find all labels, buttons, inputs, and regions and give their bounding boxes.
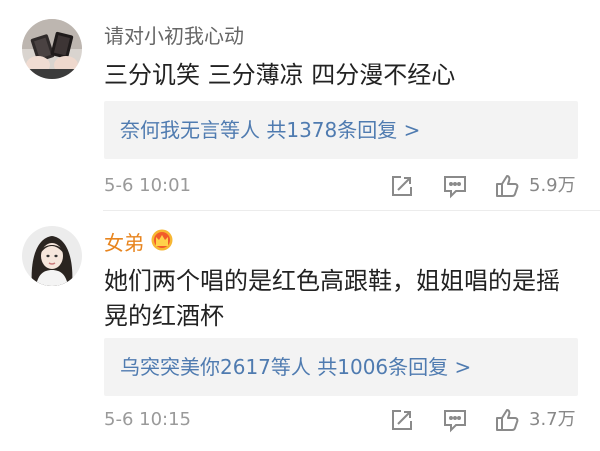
- comment-text: 三分讥笑 三分薄凉 四分漫不经心: [104, 58, 590, 93]
- reply-summary-link[interactable]: 奈何我无言等人 共1378条回复 >: [120, 116, 420, 144]
- timestamp: 5-6 10:15: [104, 409, 191, 430]
- username[interactable]: 女弟: [104, 229, 174, 256]
- repost-icon[interactable]: [389, 407, 415, 433]
- comment-text-line: 晃的红酒杯: [104, 302, 224, 330]
- reply-summary-link[interactable]: 乌突突美你2617等人 共1006条回复 >: [120, 353, 471, 381]
- replies-box[interactable]: 乌突突美你2617等人 共1006条回复 >: [104, 338, 578, 396]
- comment-text: 她们两个唱的是红色高跟鞋，姐姐唱的是摇 晃的红酒杯: [104, 264, 590, 334]
- avatar[interactable]: [22, 19, 82, 79]
- replies-box[interactable]: 奈何我无言等人 共1378条回复 >: [104, 101, 578, 159]
- username-text[interactable]: 女弟: [104, 231, 144, 255]
- timestamp: 5-6 10:01: [104, 175, 191, 196]
- like-count: 5.9万: [529, 175, 576, 196]
- comment-text-line: 她们两个唱的是红色高跟鞋，姐姐唱的是摇: [104, 267, 560, 295]
- repost-icon[interactable]: [389, 173, 415, 199]
- comment-meta: 5-6 10:01 5.9万: [0, 173, 600, 201]
- comment-item: 女弟 她们两个唱的是红色高跟鞋，姐姐唱的是摇 晃的红酒杯 乌突突美你2617等人…: [0, 211, 600, 451]
- comment-icon[interactable]: [442, 407, 468, 433]
- comment-meta: 5-6 10:15 3.7万: [0, 407, 600, 435]
- vip-crown-badge-icon: [150, 229, 174, 256]
- like-count: 3.7万: [529, 409, 576, 430]
- thumbs-up-icon[interactable]: [494, 407, 520, 433]
- comment-item: 请对小初我心动 三分讥笑 三分薄凉 四分漫不经心 奈何我无言等人 共1378条回…: [0, 0, 600, 211]
- comment-text-line: 三分讥笑 三分薄凉 四分漫不经心: [104, 61, 456, 89]
- comment-icon[interactable]: [442, 173, 468, 199]
- comment-list: 请对小初我心动 三分讥笑 三分薄凉 四分漫不经心 奈何我无言等人 共1378条回…: [0, 0, 600, 451]
- avatar[interactable]: [22, 226, 82, 286]
- thumbs-up-icon[interactable]: [494, 173, 520, 199]
- username[interactable]: 请对小初我心动: [104, 24, 244, 48]
